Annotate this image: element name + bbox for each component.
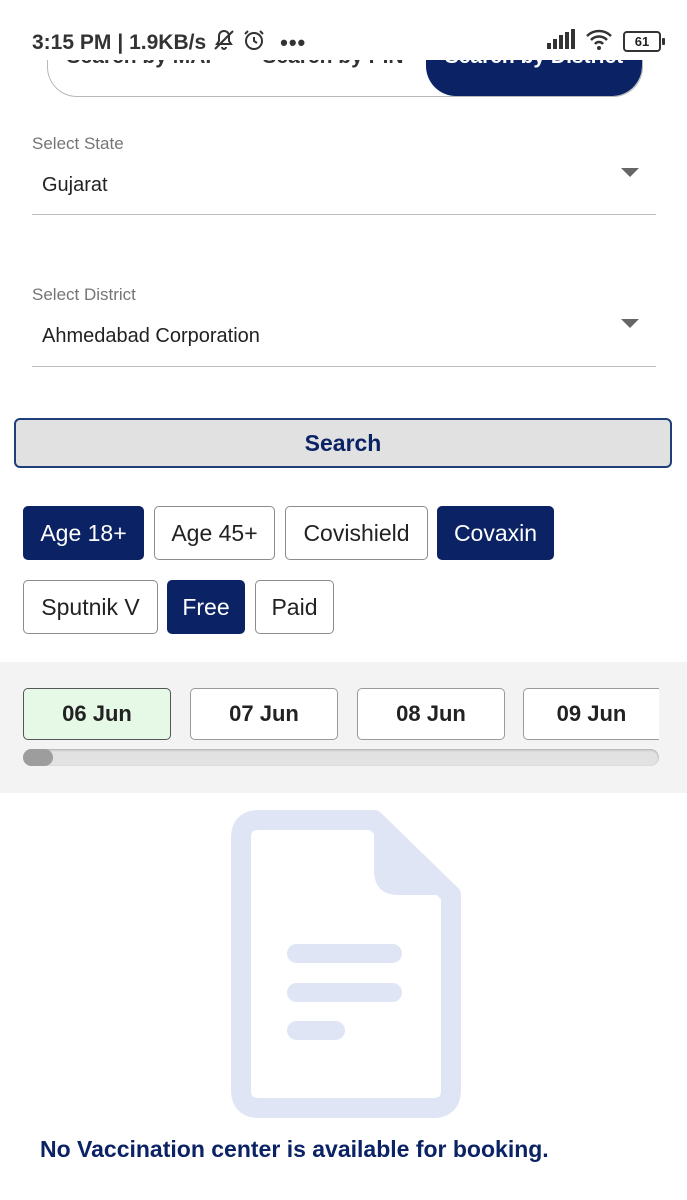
state-select-label: Select State (32, 134, 124, 153)
signal-icon (547, 29, 575, 54)
filter-sputnik-v[interactable]: Sputnik V (23, 580, 158, 634)
wifi-icon (585, 28, 613, 55)
date-09-jun[interactable]: 09 Jun (523, 688, 659, 740)
date-selector: 06 Jun 07 Jun 08 Jun 09 Jun (0, 662, 687, 793)
empty-state-message: No Vaccination center is available for b… (40, 1136, 549, 1162)
filter-covishield[interactable]: Covishield (285, 506, 428, 560)
alarm-icon (242, 28, 266, 58)
date-06-jun[interactable]: 06 Jun (23, 688, 171, 740)
state-select-value: Gujarat (42, 174, 108, 196)
dropdown-arrow-icon (621, 168, 639, 177)
date-08-jun[interactable]: 08 Jun (357, 688, 505, 740)
search-button[interactable]: Search (14, 418, 672, 468)
district-select-value: Ahmedabad Corporation (42, 325, 260, 347)
dropdown-arrow-icon (621, 319, 639, 328)
document-icon (231, 810, 461, 1118)
date-07-jun[interactable]: 07 Jun (190, 688, 338, 740)
scrollbar-thumb[interactable] (23, 749, 53, 766)
state-select[interactable]: Select State Gujarat (32, 134, 656, 215)
status-time: 3:15 PM (32, 31, 112, 54)
status-bar: 3:15 PM | 1.9KB/s ••• 61 (0, 0, 687, 60)
more-dots-icon: ••• (280, 30, 307, 55)
filter-paid[interactable]: Paid (255, 580, 334, 634)
district-select-label: Select District (32, 285, 136, 304)
filter-covaxin[interactable]: Covaxin (437, 506, 554, 560)
mute-notification-icon (212, 28, 236, 58)
network-speed: | 1.9KB/s (117, 31, 207, 54)
filter-age-18-plus[interactable]: Age 18+ (23, 506, 144, 560)
filter-free[interactable]: Free (167, 580, 245, 634)
filter-age-45-plus[interactable]: Age 45+ (154, 506, 275, 560)
battery-icon: 61 (623, 31, 665, 52)
date-scrollbar[interactable] (23, 749, 659, 766)
district-select[interactable]: Select District Ahmedabad Corporation (32, 285, 656, 367)
